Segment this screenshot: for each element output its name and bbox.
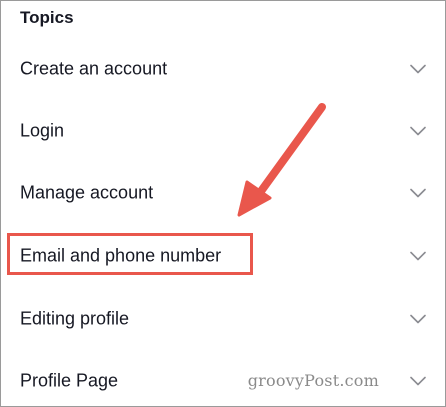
topic-label: Profile Page — [20, 370, 119, 391]
topic-label: Editing profile — [20, 308, 130, 329]
topic-label: Email and phone number — [20, 245, 222, 266]
topic-editing-profile[interactable]: Editing profile — [1, 288, 445, 350]
topic-label: Login — [20, 120, 65, 141]
topic-login[interactable]: Login — [1, 100, 445, 162]
topic-manage-account[interactable]: Manage account — [1, 162, 445, 224]
topic-email-and-phone-number[interactable]: Email and phone number — [1, 225, 445, 287]
chevron-down-icon — [410, 188, 426, 198]
topics-heading: Topics — [20, 8, 74, 27]
chevron-down-icon — [410, 126, 426, 136]
chevron-down-icon — [410, 64, 426, 74]
topic-label: Create an account — [20, 58, 168, 79]
chevron-down-icon — [410, 376, 426, 386]
help-topics-panel: Topics Create an account Login Manage ac… — [0, 0, 446, 407]
topic-label: Manage account — [20, 182, 154, 203]
watermark: groovyPost.com — [247, 371, 379, 390]
chevron-down-icon — [410, 314, 426, 324]
chevron-down-icon — [410, 251, 426, 261]
topic-create-an-account[interactable]: Create an account — [1, 38, 445, 100]
